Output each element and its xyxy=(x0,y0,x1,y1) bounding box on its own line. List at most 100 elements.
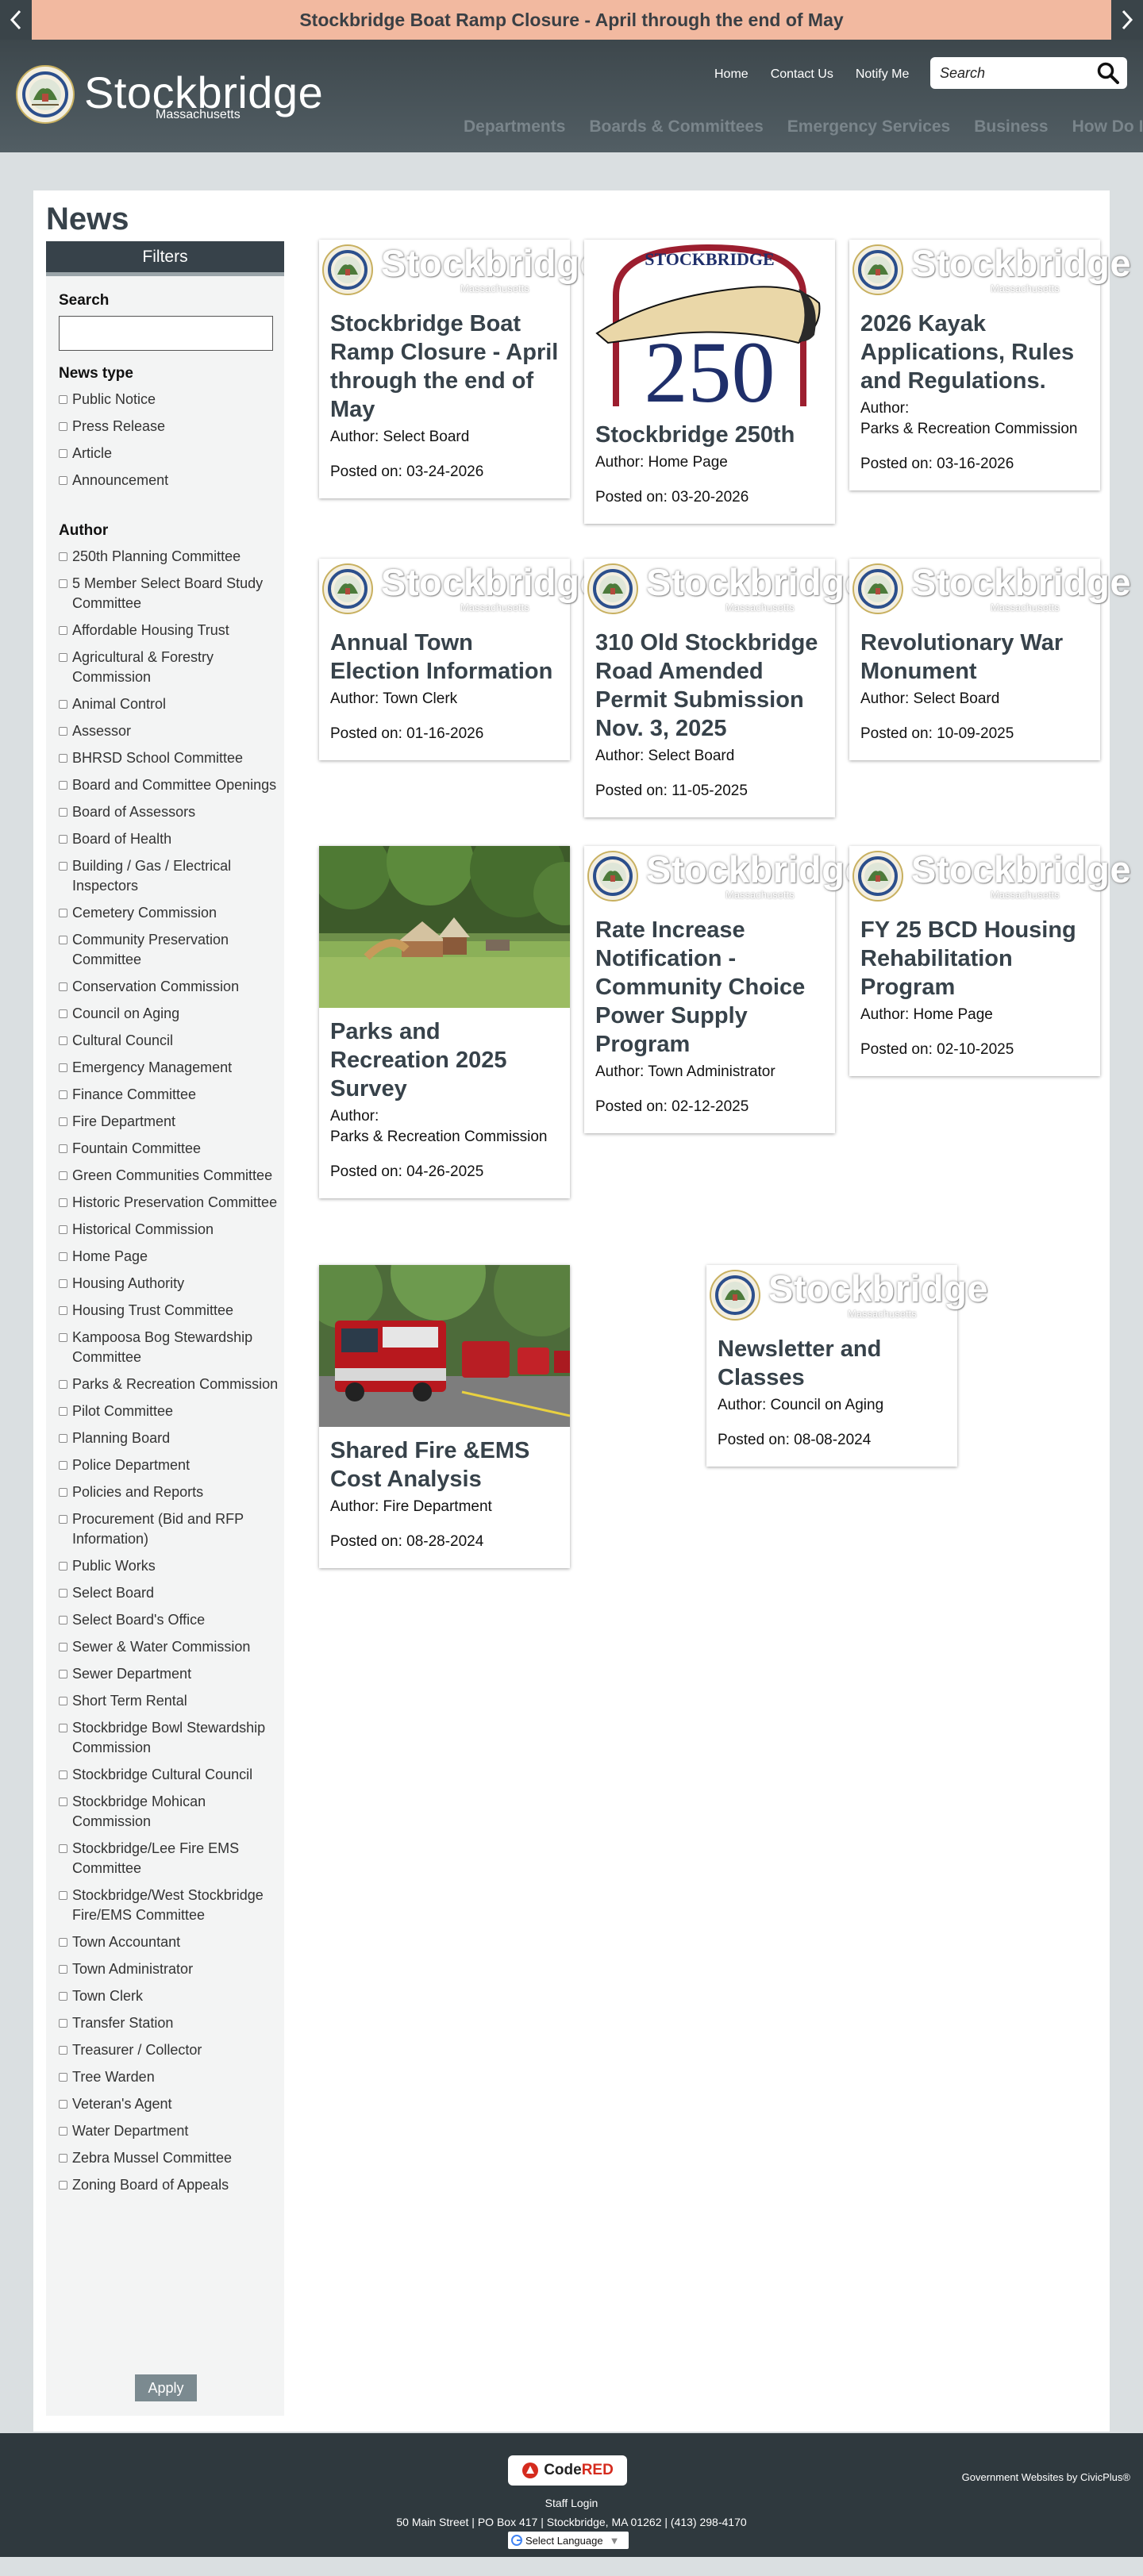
checkbox[interactable] xyxy=(59,1252,67,1261)
author-checkbox-row[interactable]: Kampoosa Bog Stewardship Committee xyxy=(59,1328,281,1367)
checkbox[interactable] xyxy=(59,781,67,790)
author-label[interactable]: Stockbridge Cultural Council xyxy=(72,1765,252,1785)
checkbox[interactable] xyxy=(59,1225,67,1234)
author-checkbox-row[interactable]: Board of Health xyxy=(59,829,281,849)
checkbox[interactable] xyxy=(59,1306,67,1315)
author-checkbox-row[interactable]: BHRSD School Committee xyxy=(59,748,281,768)
author-checkbox-row[interactable]: 5 Member Select Board Study Committee xyxy=(59,574,281,613)
alert-message[interactable]: Stockbridge Boat Ramp Closure - April th… xyxy=(32,0,1111,40)
author-checkbox-row[interactable]: Sewer & Water Commission xyxy=(59,1637,281,1657)
checkbox[interactable] xyxy=(59,1844,67,1853)
author-checkbox-row[interactable]: Stockbridge Mohican Commission xyxy=(59,1792,281,1832)
author-label[interactable]: Zebra Mussel Committee xyxy=(72,2148,232,2168)
checkbox[interactable] xyxy=(59,1891,67,1900)
author-label[interactable]: Fire Department xyxy=(72,1112,175,1132)
checkbox[interactable] xyxy=(59,476,67,485)
author-label[interactable]: Tree Warden xyxy=(72,2067,155,2087)
news-card-title[interactable]: Newsletter and Classes xyxy=(718,1335,946,1392)
news-card[interactable]: Shared Fire &EMS Cost Analysis Author: Fi… xyxy=(319,1265,570,1568)
author-checkbox-row[interactable]: Veteran's Agent xyxy=(59,2094,281,2114)
author-label[interactable]: Stockbridge/West Stockbridge Fire/EMS Co… xyxy=(72,1886,281,1925)
author-label[interactable]: 5 Member Select Board Study Committee xyxy=(72,574,281,613)
placeholder-image[interactable]: Stockbridge Massachusetts xyxy=(584,846,866,906)
checkbox[interactable] xyxy=(59,1965,67,1974)
author-checkbox-row[interactable]: Board and Committee Openings xyxy=(59,775,281,795)
news-card-title[interactable]: Parks and Recreation 2025 Survey xyxy=(330,1017,559,1103)
checkbox[interactable] xyxy=(59,700,67,709)
news-card-title[interactable]: Rate Increase Notification - Community C… xyxy=(595,916,824,1059)
news-type-checkbox-row[interactable]: Article xyxy=(59,444,281,463)
placeholder-image[interactable]: Stockbridge Massachusetts xyxy=(706,1265,988,1325)
checkbox[interactable] xyxy=(59,835,67,844)
news-type-label[interactable]: Public Notice xyxy=(72,390,156,409)
news-card[interactable]: Stockbridge Massachusetts Revolutionary Wa… xyxy=(849,559,1131,760)
author-label[interactable]: Kampoosa Bog Stewardship Committee xyxy=(72,1328,281,1367)
civicplus-credit[interactable]: Government Websites by CivicPlus® xyxy=(962,2471,1130,2483)
author-checkbox-row[interactable]: Home Page xyxy=(59,1247,281,1267)
news-type-label[interactable]: Article xyxy=(72,444,112,463)
checkbox[interactable] xyxy=(59,2154,67,2163)
checkbox[interactable] xyxy=(59,1643,67,1651)
author-checkbox-row[interactable]: Building / Gas / Electrical Inspectors xyxy=(59,856,281,896)
author-label[interactable]: Town Clerk xyxy=(72,1986,143,2006)
checkbox[interactable] xyxy=(59,2046,67,2055)
nav-emergency-services[interactable]: Emergency Services xyxy=(787,117,950,136)
checkbox[interactable] xyxy=(59,2181,67,2190)
author-checkbox-row[interactable]: Cultural Council xyxy=(59,1031,281,1051)
author-label[interactable]: Stockbridge/Lee Fire EMS Committee xyxy=(72,1839,281,1878)
author-checkbox-row[interactable]: Treasurer / Collector xyxy=(59,2040,281,2060)
author-label[interactable]: Select Board's Office xyxy=(72,1610,205,1630)
placeholder-image[interactable]: Stockbridge Massachusetts xyxy=(849,846,1131,906)
author-checkbox-row[interactable]: Housing Authority xyxy=(59,1274,281,1294)
checkbox[interactable] xyxy=(59,1938,67,1947)
news-card-title[interactable]: Shared Fire &EMS Cost Analysis xyxy=(330,1436,559,1494)
placeholder-image[interactable]: Stockbridge Massachusetts xyxy=(849,240,1131,300)
author-label[interactable]: Agricultural & Forestry Commission xyxy=(72,648,281,687)
author-label[interactable]: Home Page xyxy=(72,1247,148,1267)
news-search-input[interactable] xyxy=(59,316,273,351)
chevron-right-icon[interactable] xyxy=(1111,0,1143,40)
author-label[interactable]: Finance Committee xyxy=(72,1085,196,1105)
checkbox[interactable] xyxy=(59,1670,67,1678)
link-contact-us[interactable]: Contact Us xyxy=(771,67,833,82)
playground-photo[interactable] xyxy=(319,846,570,1008)
checkbox[interactable] xyxy=(59,395,67,404)
alert-text[interactable]: Stockbridge Boat Ramp Closure - April th… xyxy=(299,10,843,31)
author-label[interactable]: Transfer Station xyxy=(72,2013,173,2033)
author-checkbox-row[interactable]: Historical Commission xyxy=(59,1220,281,1240)
author-checkbox-row[interactable]: Stockbridge Bowl Stewardship Commission xyxy=(59,1718,281,1758)
author-checkbox-row[interactable]: Short Term Rental xyxy=(59,1691,281,1711)
author-label[interactable]: Board and Committee Openings xyxy=(72,775,276,795)
author-label[interactable]: Housing Trust Committee xyxy=(72,1301,233,1321)
author-label[interactable]: Emergency Management xyxy=(72,1058,232,1078)
author-checkbox-row[interactable]: Affordable Housing Trust xyxy=(59,621,281,640)
news-card[interactable]: STOCKBRIDGE 250 Stockbridge 250th Author: H… xyxy=(584,240,835,524)
author-label[interactable]: Veteran's Agent xyxy=(72,2094,172,2114)
author-checkbox-row[interactable]: Stockbridge/Lee Fire EMS Committee xyxy=(59,1839,281,1878)
author-checkbox-row[interactable]: Select Board xyxy=(59,1583,281,1603)
author-checkbox-row[interactable]: Sewer Department xyxy=(59,1664,281,1684)
staff-login-link[interactable]: Staff Login xyxy=(0,2497,1143,2509)
news-card-title[interactable]: Annual Town Election Information xyxy=(330,629,559,686)
author-label[interactable]: Historical Commission xyxy=(72,1220,214,1240)
author-checkbox-row[interactable]: Agricultural & Forestry Commission xyxy=(59,648,281,687)
author-label[interactable]: Parks & Recreation Commission xyxy=(72,1375,278,1394)
news-card[interactable]: Stockbridge Massachusetts Rate Increase No… xyxy=(584,846,866,1133)
link-home[interactable]: Home xyxy=(714,67,749,82)
checkbox[interactable] xyxy=(59,1036,67,1045)
author-label[interactable]: Public Works xyxy=(72,1556,156,1576)
checkbox[interactable] xyxy=(59,2100,67,2109)
author-label[interactable]: Town Administrator xyxy=(72,1959,193,1979)
author-checkbox-row[interactable]: Assessor xyxy=(59,721,281,741)
author-checkbox-row[interactable]: Town Administrator xyxy=(59,1959,281,1979)
link-notify-me[interactable]: Notify Me xyxy=(856,67,910,82)
checkbox[interactable] xyxy=(59,754,67,763)
author-checkbox-row[interactable]: Fire Department xyxy=(59,1112,281,1132)
author-label[interactable]: Fountain Committee xyxy=(72,1139,201,1159)
language-select[interactable]: Select Language ▼ xyxy=(508,2532,629,2549)
nav-boards-committees[interactable]: Boards & Committees xyxy=(589,117,763,136)
author-label[interactable]: Select Board xyxy=(72,1583,154,1603)
author-label[interactable]: 250th Planning Committee xyxy=(72,547,241,567)
author-checkbox-row[interactable]: Town Clerk xyxy=(59,1986,281,2006)
checkbox[interactable] xyxy=(59,936,67,944)
